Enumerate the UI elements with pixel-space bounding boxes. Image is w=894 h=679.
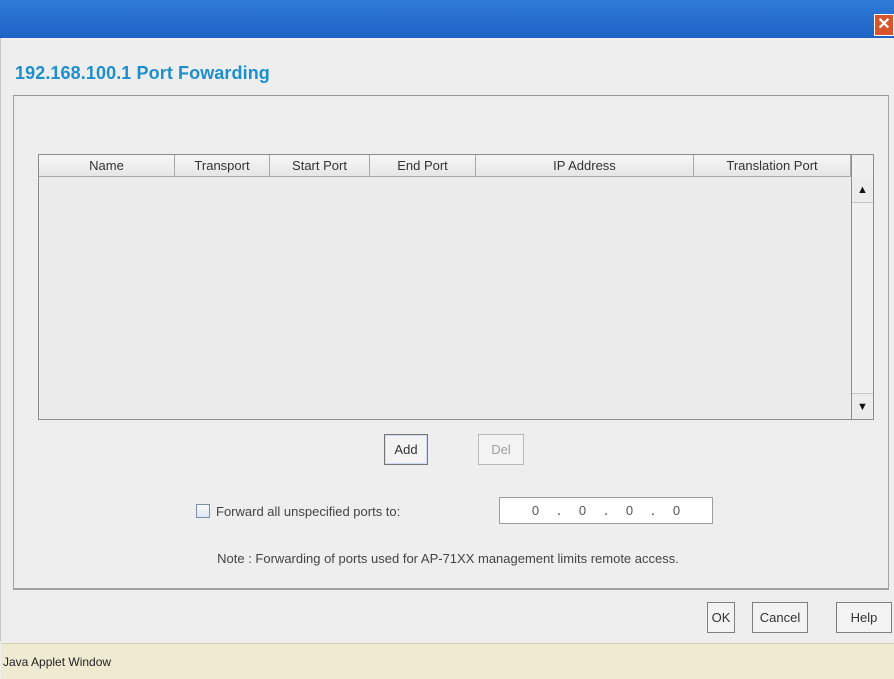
forward-all-label: Forward all unspecified ports to:: [216, 503, 401, 519]
ip-octet-3: 0: [625, 503, 634, 518]
column-header-start-port[interactable]: Start Port: [270, 155, 370, 176]
footer-divider: [13, 589, 889, 590]
table-header: Name Transport Start Port End Port IP Ad…: [39, 155, 851, 177]
ip-octet-1: 0: [531, 503, 540, 518]
help-button[interactable]: Help: [836, 602, 892, 633]
forward-all-checkbox[interactable]: [196, 504, 210, 518]
ip-separator: .: [603, 501, 609, 519]
forward-ip-input[interactable]: 0 . 0 . 0 . 0: [499, 497, 713, 524]
column-header-name[interactable]: Name: [39, 155, 175, 176]
ip-separator: .: [556, 501, 562, 519]
ip-octet-4: 0: [672, 503, 681, 518]
cancel-button[interactable]: Cancel: [752, 602, 808, 633]
ip-octet-2: 0: [578, 503, 587, 518]
add-button[interactable]: Add: [384, 434, 428, 465]
window-titlebar: ✕: [0, 0, 894, 39]
scroll-down-icon[interactable]: ▼: [852, 393, 873, 419]
java-applet-status-bar: Java Applet Window: [1, 643, 894, 679]
forwarding-note: Note : Forwarding of ports used for AP-7…: [217, 551, 679, 566]
port-forwarding-table[interactable]: Name Transport Start Port End Port IP Ad…: [38, 154, 874, 420]
page-title: 192.168.100.1 Port Fowarding: [15, 63, 270, 83]
close-icon[interactable]: ✕: [874, 14, 894, 36]
del-button[interactable]: Del: [478, 434, 524, 465]
table-vertical-scrollbar[interactable]: ▲ ▼: [851, 155, 873, 419]
column-header-transport[interactable]: Transport: [175, 155, 270, 176]
column-header-ip-address[interactable]: IP Address: [476, 155, 694, 176]
forward-all-row: Forward all unspecified ports to:: [196, 498, 400, 524]
ok-button[interactable]: OK: [707, 602, 735, 633]
column-header-translation-port[interactable]: Translation Port: [694, 155, 851, 176]
port-forwarding-window: 192.168.100.1 Port Fowarding Name Transp…: [0, 38, 894, 679]
ip-separator: .: [650, 501, 656, 519]
scroll-up-icon[interactable]: ▲: [852, 177, 873, 203]
column-header-end-port[interactable]: End Port: [370, 155, 476, 176]
